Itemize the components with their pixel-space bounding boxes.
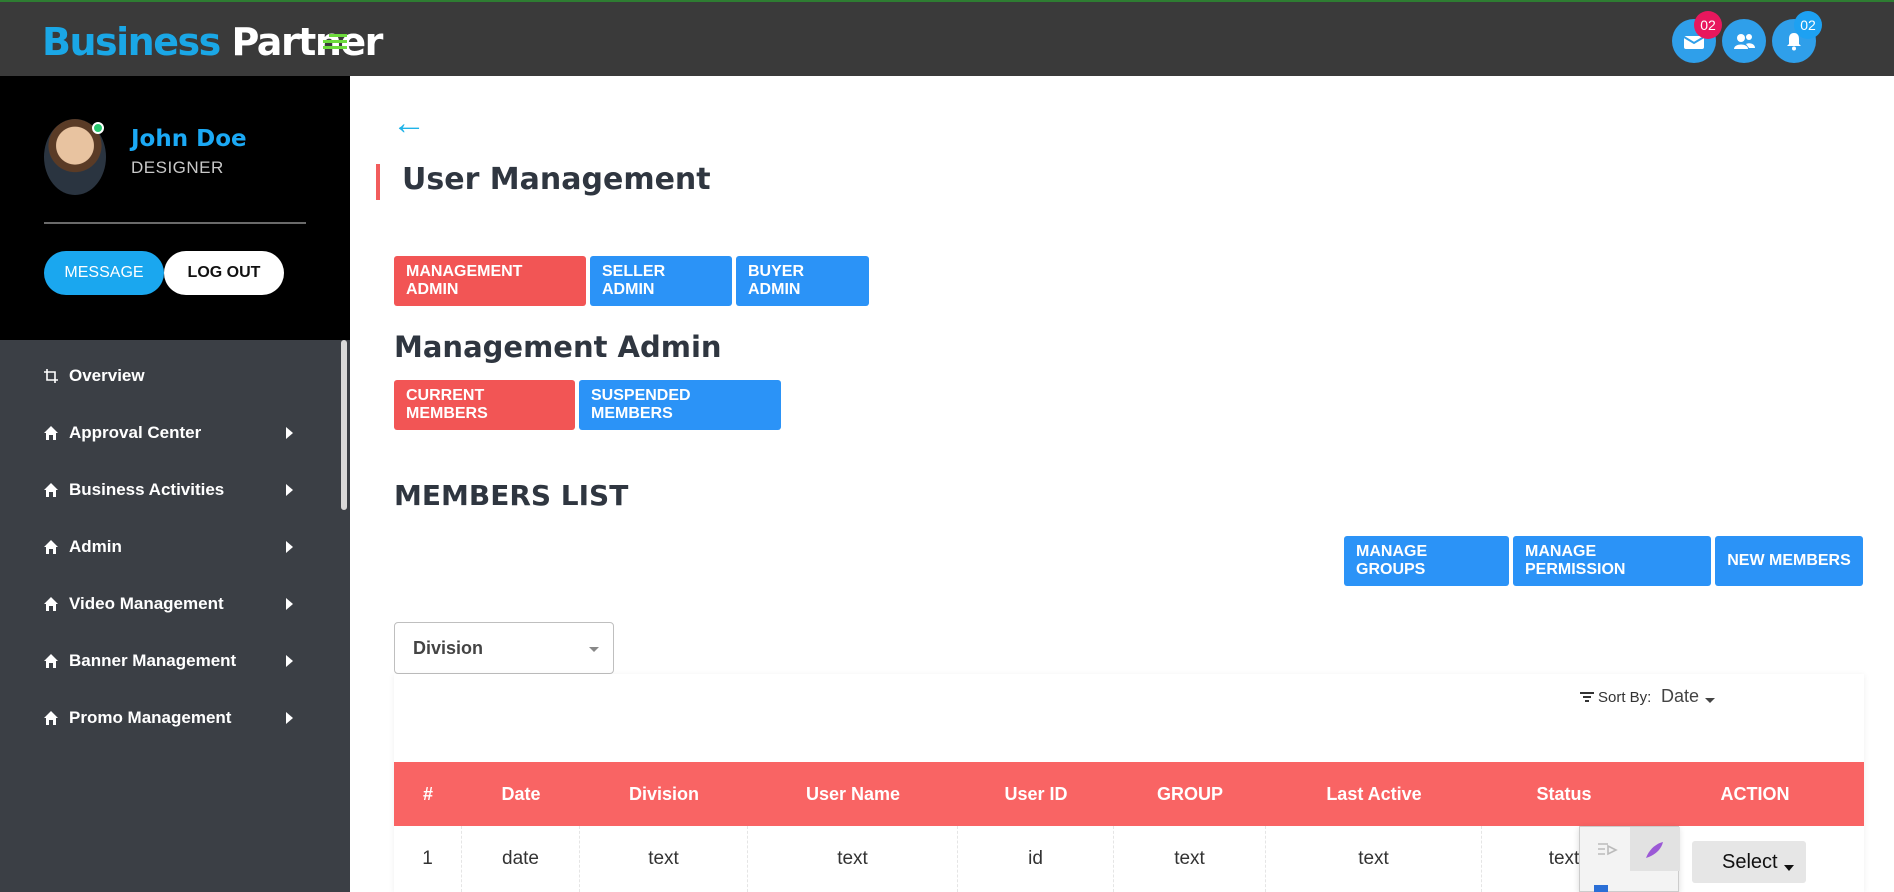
sort-icon [1580,692,1594,702]
sidebar-item-overview[interactable]: Overview [0,356,340,396]
home-icon [44,483,58,497]
mail-button[interactable]: 02 [1672,11,1722,63]
chevron-down-icon [1784,865,1794,871]
chevron-down-icon [589,647,599,652]
notifications-button[interactable]: 02 [1772,11,1822,63]
users-button[interactable] [1722,19,1766,63]
sort-caret-icon[interactable] [1705,698,1715,703]
online-status-dot [92,122,104,134]
profile-panel: John Doe DESIGNER MESSAGE LOG OUT [0,76,350,340]
sidebar-item-banner-management[interactable]: Banner Management [0,641,340,681]
title-accent [376,164,380,200]
col-header[interactable]: Division [580,762,748,826]
manage-groups-button[interactable]: MANAGE GROUPS [1344,536,1509,586]
new-members-button[interactable]: NEW MEMBERS [1715,536,1863,586]
sidebar-scrollbar[interactable] [341,340,347,510]
home-icon [44,654,58,668]
user-name: John Doe [131,126,247,152]
caret-right-icon [286,712,293,724]
section-title: Management Admin [394,330,722,364]
notify-badge: 02 [1794,11,1822,39]
floating-toolbar [1579,826,1680,892]
mail-badge: 02 [1694,11,1722,39]
sort-value[interactable]: Date [1661,686,1699,707]
home-icon [44,426,58,440]
home-icon [44,540,58,554]
caret-right-icon [286,541,293,553]
sidebar: John Doe DESIGNER MESSAGE LOG OUT Overvi… [0,76,350,892]
col-header[interactable]: User Name [748,762,958,826]
sidebar-item-label: Approval Center [69,423,202,442]
tab-suspended-members[interactable]: SUSPENDED MEMBERS [579,380,781,430]
logo-partner: Partner [231,20,383,64]
action-select[interactable]: Select [1692,841,1806,883]
col-header[interactable]: GROUP [1114,762,1266,826]
caret-right-icon [286,598,293,610]
division-select-value: Division [413,638,484,658]
menu-toggle-icon[interactable] [323,34,347,54]
feather-button[interactable] [1630,827,1680,871]
division-select[interactable]: Division [394,622,614,674]
sidebar-item-business-activities[interactable]: Business Activities [0,470,340,510]
sidebar-item-admin[interactable]: Admin [0,527,340,567]
sidebar-item-label: Overview [69,366,145,385]
page-title: User Management [402,162,711,197]
cell-last-active: text [1266,826,1482,892]
crop-icon [44,369,58,383]
send-icon[interactable] [1596,841,1618,859]
checkbox-icon[interactable] [1594,885,1608,892]
col-header[interactable]: User ID [958,762,1114,826]
col-header[interactable]: # [394,762,462,826]
sidebar-item-label: Promo Management [69,708,232,727]
sidebar-item-label: Business Activities [69,480,225,499]
user-role: DESIGNER [131,158,224,177]
sidebar-item-label: Admin [69,537,122,556]
manage-permission-button[interactable]: MANAGE PERMISSION [1513,536,1711,586]
cell-division: text [580,826,748,892]
home-icon [44,711,58,725]
logout-button[interactable]: LOG OUT [164,251,284,295]
sort-label: Sort By: [1598,689,1652,706]
cell-group: text [1114,826,1266,892]
logo-business: Business [42,20,221,64]
cell-user-name: text [748,826,958,892]
sidebar-item-label: Banner Management [69,651,237,670]
home-icon [44,597,58,611]
feather-icon [1646,842,1663,858]
cell-user-id: id [958,826,1114,892]
col-header[interactable]: Status [1482,762,1646,826]
caret-right-icon [286,427,293,439]
sidebar-item-promo-management[interactable]: Promo Management [0,698,340,738]
sidebar-item-label: Video Management [69,594,224,613]
col-header[interactable]: Date [462,762,580,826]
cell-index: 1 [394,826,462,892]
col-header[interactable]: ACTION [1646,762,1864,826]
users-icon [1734,34,1755,49]
profile-divider [44,222,306,224]
tab-current-members[interactable]: CURRENT MEMBERS [394,380,575,430]
top-bar: Business Partner 02 02 [0,0,1894,76]
action-select-value: Select [1722,850,1778,873]
caret-right-icon [286,655,293,667]
members-list-title: MEMBERS LIST [394,479,629,512]
tab-seller-admin[interactable]: SELLER ADMIN [590,256,732,306]
tab-management-admin[interactable]: MANAGEMENT ADMIN [394,256,586,306]
tab-buyer-admin[interactable]: BUYER ADMIN [736,256,869,306]
message-button[interactable]: MESSAGE [44,251,164,295]
sidebar-item-approval-center[interactable]: Approval Center [0,413,340,453]
table-header: # Date Division User Name User ID GROUP … [394,762,1864,826]
caret-right-icon [286,484,293,496]
sidebar-item-video-management[interactable]: Video Management [0,584,340,624]
col-header[interactable]: Last Active [1266,762,1482,826]
cell-date: date [462,826,580,892]
back-arrow-icon[interactable]: ← [392,106,426,140]
